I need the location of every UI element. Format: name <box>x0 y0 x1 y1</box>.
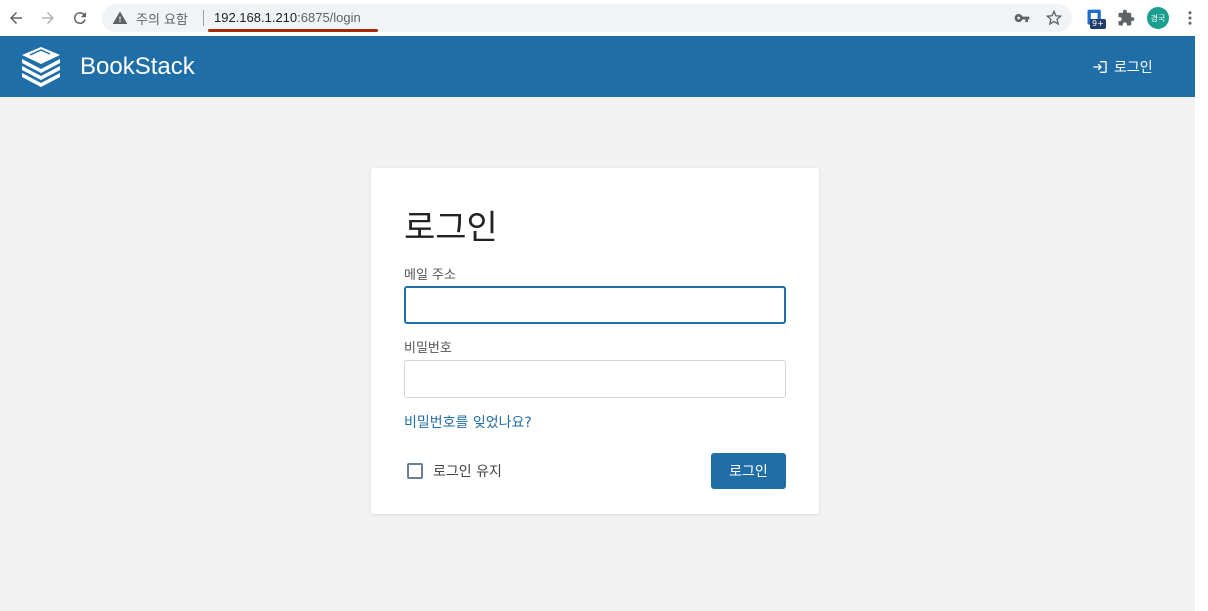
email-field[interactable] <box>404 286 786 324</box>
browser-toolbar: 주의 요함 192.168.1.210:6875/login 9+ 경국 <box>0 0 1208 36</box>
url-highlight-underline <box>208 29 378 32</box>
profile-avatar[interactable]: 경국 <box>1147 7 1169 29</box>
login-button[interactable]: 로그인 <box>711 453 786 489</box>
browser-menu-button[interactable] <box>1178 6 1202 30</box>
login-title: 로그인 <box>404 208 498 248</box>
password-field[interactable] <box>404 360 786 398</box>
login-card: 로그인 메일 주소 비밀번호 비밀번호를 잊었나요? 로그인 유지 로그인 <box>371 168 819 514</box>
url-text[interactable]: 192.168.1.210:6875/login <box>214 10 361 25</box>
extensions-button[interactable] <box>1114 6 1138 30</box>
login-icon <box>1093 61 1107 73</box>
puzzle-icon <box>1118 9 1135 26</box>
omnibox-divider <box>203 10 204 26</box>
remember-label[interactable]: 로그인 유지 <box>433 461 502 481</box>
forgot-password-link[interactable]: 비밀번호를 잊었나요? <box>404 412 532 432</box>
url-host: 192.168.1.210 <box>214 10 298 25</box>
header-login-label: 로그인 <box>1114 60 1153 76</box>
password-label: 비밀번호 <box>404 341 452 356</box>
warning-icon <box>112 11 128 24</box>
more-vert-icon <box>1188 11 1192 25</box>
reload-button[interactable] <box>68 6 92 30</box>
star-icon[interactable] <box>1046 10 1062 26</box>
arrow-left-icon <box>10 12 22 24</box>
app-header: BookStack 로그인 <box>0 36 1195 97</box>
remember-checkbox[interactable] <box>407 463 423 479</box>
email-label: 메일 주소 <box>404 268 456 283</box>
scrollbar-gutter <box>1195 36 1208 611</box>
back-button[interactable] <box>4 6 28 30</box>
security-warning[interactable]: 주의 요함 <box>136 9 188 28</box>
app-title[interactable]: BookStack <box>80 53 195 81</box>
arrow-right-icon <box>42 12 54 24</box>
header-login-link[interactable]: 로그인 <box>1092 56 1153 78</box>
bookstack-logo-icon[interactable] <box>20 47 62 87</box>
forward-button[interactable] <box>36 6 60 30</box>
key-icon[interactable] <box>1014 10 1030 26</box>
address-bar[interactable]: 주의 요함 192.168.1.210:6875/login <box>102 4 1072 32</box>
url-path: :6875/login <box>297 10 361 25</box>
reload-icon <box>73 12 86 25</box>
remember-me[interactable]: 로그인 유지 <box>407 461 502 481</box>
extension-badge: 9+ <box>1090 19 1106 29</box>
